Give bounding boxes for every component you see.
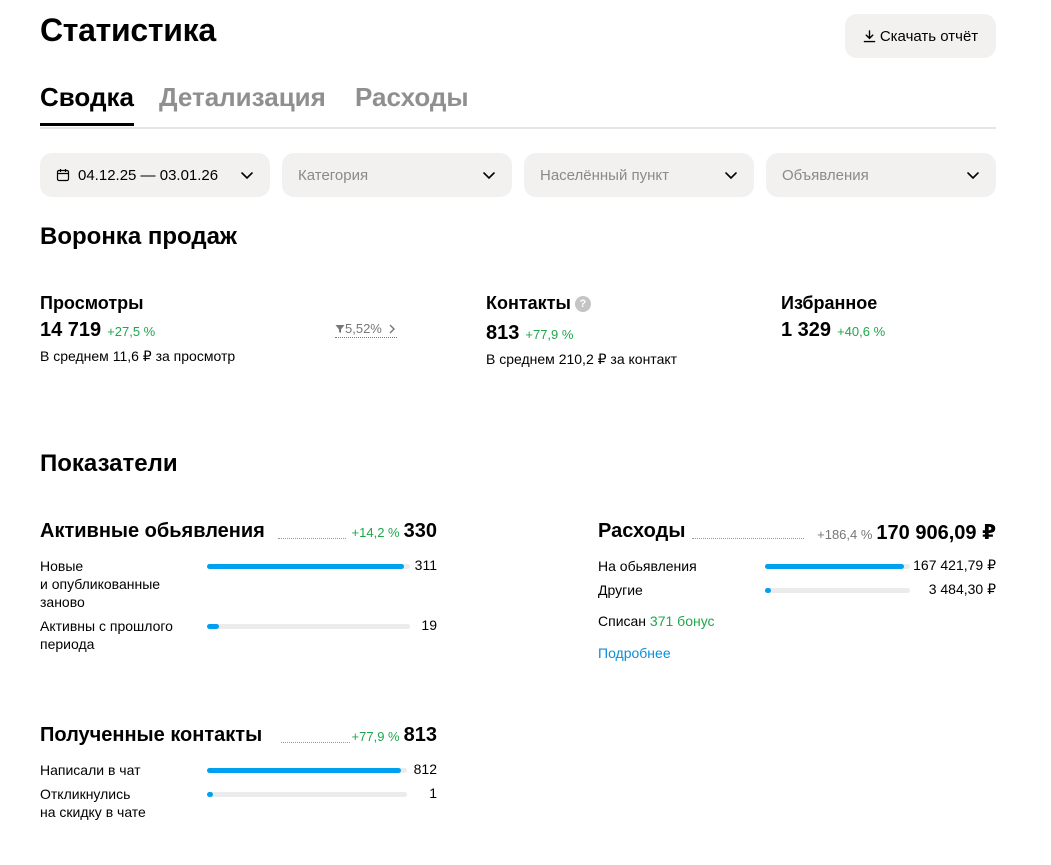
category-placeholder: Категория bbox=[298, 166, 369, 184]
tab-details[interactable]: Детализация bbox=[159, 82, 326, 123]
more-details-link[interactable]: Подробнее bbox=[598, 645, 671, 661]
filter-funnel-icon bbox=[335, 325, 345, 333]
help-icon[interactable]: ? bbox=[574, 296, 591, 312]
other-expense-value: 3 484,30 ₽ bbox=[928, 581, 996, 597]
dotted-leader bbox=[692, 538, 804, 539]
new-ads-value: 311 bbox=[414, 557, 437, 573]
previous-ads-bar bbox=[207, 624, 410, 629]
dotted-leader bbox=[278, 538, 346, 539]
other-expense-bar bbox=[765, 588, 910, 593]
other-expense-label: Другие bbox=[598, 582, 643, 598]
new-ads-label: Новые и опубликованные заново bbox=[40, 558, 161, 610]
bonus-writeoff: Списан 371 бонус bbox=[598, 613, 715, 629]
expenses-title: Расходы bbox=[598, 520, 686, 542]
active-ads-total-value: 330 bbox=[403, 520, 437, 542]
views-number: 14 719 bbox=[40, 319, 102, 341]
bar-fill bbox=[765, 588, 771, 593]
period-select[interactable]: 04.12.25 — 03.01.26 bbox=[40, 153, 270, 197]
chevron-down-icon bbox=[241, 172, 253, 180]
discount-contacts-value: 1 bbox=[429, 785, 437, 801]
favorites-value: 1 329 +40,6 % bbox=[781, 319, 885, 342]
previous-ads-label: Активны с прошлого периода bbox=[40, 618, 173, 652]
download-report-button[interactable]: Скачать отчёт bbox=[845, 14, 996, 58]
bonus-prefix: Списан bbox=[598, 613, 647, 629]
views-label: Просмотры bbox=[40, 293, 144, 313]
chat-contacts-value: 812 bbox=[413, 761, 437, 777]
chat-contacts-label: Написали в чат bbox=[40, 762, 141, 778]
conversion-value: 5,52% bbox=[345, 321, 382, 336]
received-contacts-title: Полученные контакты bbox=[40, 724, 263, 746]
favorites-delta: +40,6 % bbox=[837, 324, 886, 339]
calendar-icon bbox=[56, 169, 70, 182]
contacts-number: 813 bbox=[486, 322, 520, 344]
contacts-delta: +77,9 % bbox=[525, 327, 574, 342]
favorites-number: 1 329 bbox=[781, 319, 832, 341]
discount-contacts-bar bbox=[207, 792, 407, 797]
ads-expense-value: 167 421,79 ₽ bbox=[913, 557, 996, 573]
period-value: 04.12.25 — 03.01.26 bbox=[78, 166, 219, 184]
views-delta: +27,5 % bbox=[107, 324, 156, 339]
views-value: 14 719 +27,5 % bbox=[40, 319, 155, 342]
chevron-down-icon bbox=[725, 172, 737, 180]
bar-fill bbox=[207, 564, 404, 569]
category-select[interactable]: Категория bbox=[282, 153, 512, 197]
active-ads-title: Активные обьявления bbox=[40, 520, 265, 542]
bar-fill bbox=[207, 624, 220, 629]
locality-placeholder: Населённый пункт bbox=[540, 166, 670, 184]
dotted-leader bbox=[281, 742, 350, 743]
download-icon bbox=[863, 29, 876, 42]
contacts-label-text: Контакты bbox=[486, 293, 571, 313]
chat-contacts-bar bbox=[207, 768, 407, 773]
views-average: В среднем 11,6 ₽ за просмотр bbox=[40, 348, 236, 364]
expenses-delta: +186,4 % bbox=[817, 527, 873, 542]
locality-select[interactable]: Населённый пункт bbox=[524, 153, 754, 197]
bar-fill bbox=[765, 564, 905, 569]
received-contacts-delta: +77,9 % bbox=[351, 729, 400, 744]
download-report-label: Скачать отчёт bbox=[879, 27, 979, 45]
ads-expense-label: На обьявления bbox=[598, 558, 697, 574]
bonus-value: 371 бонус bbox=[649, 613, 715, 629]
indicators-title: Показатели bbox=[40, 450, 178, 477]
ads-expense-bar bbox=[765, 564, 910, 569]
favorites-label: Избранное bbox=[781, 293, 878, 313]
tab-expenses[interactable]: Расходы bbox=[355, 82, 469, 123]
ads-placeholder: Объявления bbox=[782, 166, 869, 184]
new-ads-bar bbox=[207, 564, 410, 569]
tab-summary[interactable]: Сводка bbox=[40, 82, 134, 126]
active-ads-delta: +14,2 % bbox=[351, 525, 400, 540]
active-ads-total: +14,2 % 330 bbox=[352, 520, 437, 543]
chevron-down-icon bbox=[967, 172, 979, 180]
page-title: Статистика bbox=[40, 12, 216, 48]
funnel-title: Воронка продаж bbox=[40, 223, 237, 250]
previous-ads-value: 19 bbox=[421, 617, 437, 633]
chevron-right-icon bbox=[389, 324, 395, 334]
contacts-value: 813 +77,9 % bbox=[486, 322, 573, 345]
expenses-total: +186,4 % 170 906,09 ₽ bbox=[817, 520, 996, 545]
bar-fill bbox=[207, 768, 401, 773]
ads-select[interactable]: Объявления bbox=[766, 153, 996, 197]
bar-fill bbox=[207, 792, 213, 797]
contacts-label: Контакты? bbox=[486, 293, 591, 314]
received-contacts-total-value: 813 bbox=[403, 724, 437, 746]
chevron-down-icon bbox=[483, 172, 495, 180]
expenses-total-value: 170 906,09 ₽ bbox=[876, 522, 996, 544]
contacts-average: В среднем 210,2 ₽ за контакт bbox=[486, 351, 678, 367]
tab-bar: Сводка Детализация Расходы bbox=[40, 80, 996, 129]
received-contacts-total: +77,9 % 813 bbox=[352, 724, 437, 747]
discount-contacts-label: Откликнулись на скидку в чате bbox=[40, 786, 146, 820]
views-conversion[interactable]: 5,52% bbox=[335, 321, 397, 338]
